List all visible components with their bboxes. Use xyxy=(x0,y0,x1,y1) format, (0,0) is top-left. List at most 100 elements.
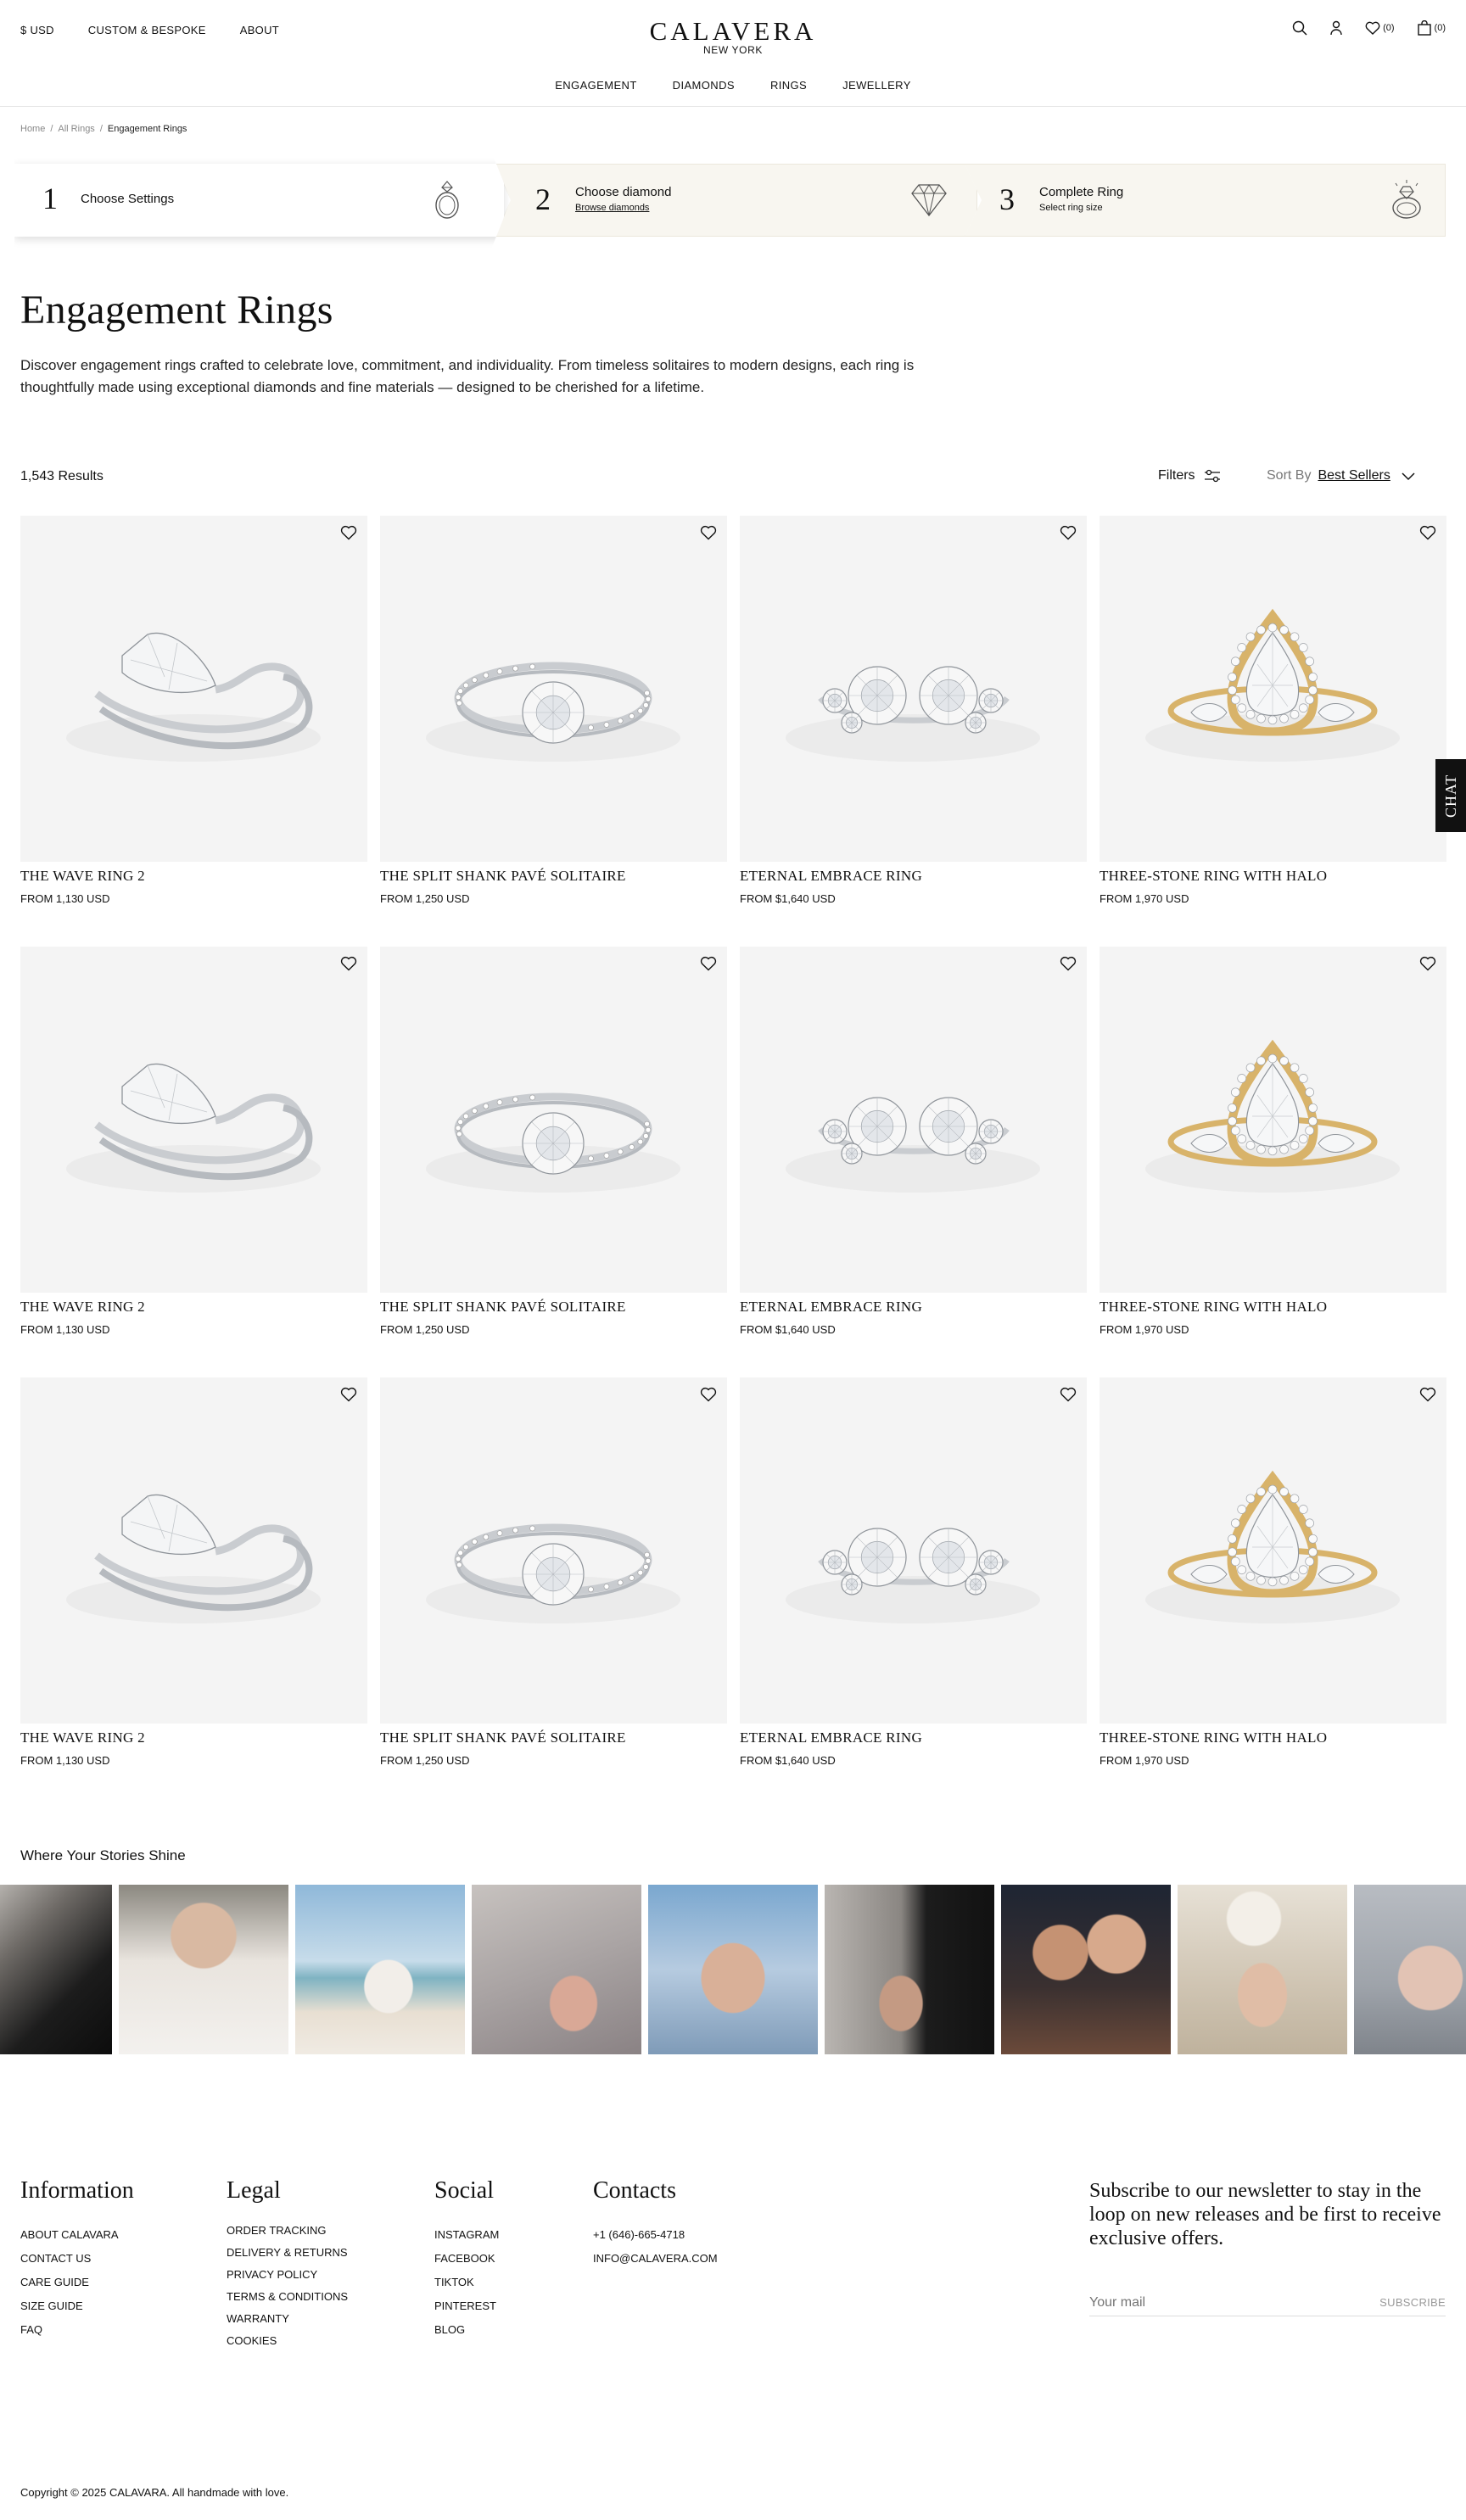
story-image[interactable] xyxy=(825,1885,994,2054)
product-name[interactable]: THE WAVE RING 2 xyxy=(20,1299,367,1316)
product-image[interactable] xyxy=(1100,516,1446,862)
product-card[interactable]: THE WAVE RING 2 FROM 1,130 USD xyxy=(20,1377,367,1767)
heart-icon[interactable] xyxy=(340,525,357,540)
nav-jewellery[interactable]: JEWELLERY xyxy=(842,79,911,92)
account-button[interactable] xyxy=(1329,20,1343,36)
cart-button[interactable]: (0) xyxy=(1417,20,1446,36)
ring-image xyxy=(1145,1039,1400,1193)
footer-link-size-guide[interactable]: SIZE GUIDE xyxy=(20,2299,83,2312)
product-image[interactable] xyxy=(1100,1377,1446,1724)
breadcrumb-separator: / xyxy=(50,124,53,134)
product-card[interactable]: ETERNAL EMBRACE RING FROM $1,640 USD xyxy=(740,1377,1087,1767)
heart-icon[interactable] xyxy=(700,956,717,971)
story-image[interactable] xyxy=(295,1885,465,2054)
product-image[interactable] xyxy=(740,1377,1087,1724)
product-name[interactable]: THE WAVE RING 2 xyxy=(20,1729,367,1746)
footer-link-terms[interactable]: TERMS & CONDITIONS xyxy=(227,2290,348,2303)
browse-diamonds-link[interactable]: Browse diamonds xyxy=(575,203,649,213)
newsletter-email-input[interactable] xyxy=(1089,2294,1344,2310)
footer-link-warranty[interactable]: WARRANTY xyxy=(227,2312,289,2325)
nav-engagement[interactable]: ENGAGEMENT xyxy=(555,79,636,92)
footer-link-about[interactable]: ABOUT CALAVARA xyxy=(20,2228,119,2241)
product-card[interactable]: THE SPLIT SHANK PAVÉ SOLITAIRE FROM 1,25… xyxy=(380,516,727,905)
heart-icon[interactable] xyxy=(700,525,717,540)
footer-link-blog[interactable]: BLOG xyxy=(434,2323,465,2336)
product-card[interactable]: ETERNAL EMBRACE RING FROM $1,640 USD xyxy=(740,947,1087,1336)
heart-icon[interactable] xyxy=(1060,1387,1077,1402)
footer-link-cookies[interactable]: COOKIES xyxy=(227,2334,277,2347)
story-image[interactable] xyxy=(648,1885,818,2054)
product-image[interactable] xyxy=(1100,947,1446,1293)
heart-icon[interactable] xyxy=(340,956,357,971)
story-image[interactable] xyxy=(1354,1885,1466,2054)
product-image[interactable] xyxy=(20,947,367,1293)
story-image[interactable] xyxy=(0,1885,112,2054)
product-name[interactable]: THE SPLIT SHANK PAVÉ SOLITAIRE xyxy=(380,1729,727,1746)
product-card[interactable]: ETERNAL EMBRACE RING FROM $1,640 USD xyxy=(740,516,1087,905)
product-card[interactable]: THE SPLIT SHANK PAVÉ SOLITAIRE FROM 1,25… xyxy=(380,1377,727,1767)
product-image[interactable] xyxy=(20,1377,367,1724)
footer-link-delivery-returns[interactable]: DELIVERY & RETURNS xyxy=(227,2246,348,2259)
product-card[interactable]: THREE-STONE RING WITH HALO FROM 1,970 US… xyxy=(1100,1377,1446,1767)
product-name[interactable]: ETERNAL EMBRACE RING xyxy=(740,868,1087,885)
product-name[interactable]: THREE-STONE RING WITH HALO xyxy=(1100,1729,1446,1746)
product-image[interactable] xyxy=(740,947,1087,1293)
sort-by-value: Best Sellers xyxy=(1318,468,1390,483)
nav-diamonds[interactable]: DIAMONDS xyxy=(673,79,735,92)
product-card[interactable]: THE SPLIT SHANK PAVÉ SOLITAIRE FROM 1,25… xyxy=(380,947,727,1336)
product-image[interactable] xyxy=(20,516,367,862)
product-name[interactable]: THREE-STONE RING WITH HALO xyxy=(1100,868,1446,885)
product-image[interactable] xyxy=(380,516,727,862)
heart-icon[interactable] xyxy=(340,1387,357,1402)
footer-legal: Legal ORDER TRACKING DELIVERY & RETURNS … xyxy=(227,2177,348,2352)
step-choose-settings[interactable]: 1 Choose Settings xyxy=(14,164,504,237)
product-card[interactable]: THREE-STONE RING WITH HALO FROM 1,970 US… xyxy=(1100,947,1446,1336)
footer-link-care-guide[interactable]: CARE GUIDE xyxy=(20,2276,89,2288)
product-card[interactable]: THE WAVE RING 2 FROM 1,130 USD xyxy=(20,516,367,905)
heart-icon[interactable] xyxy=(1419,956,1436,971)
footer-link-privacy[interactable]: PRIVACY POLICY xyxy=(227,2268,317,2281)
product-card[interactable]: THE WAVE RING 2 FROM 1,130 USD xyxy=(20,947,367,1336)
product-image[interactable] xyxy=(380,1377,727,1724)
story-image[interactable] xyxy=(1001,1885,1171,2054)
footer-link-instagram[interactable]: INSTAGRAM xyxy=(434,2228,499,2241)
footer-link-tiktok[interactable]: TIKTOK xyxy=(434,2276,474,2288)
footer-phone-link[interactable]: +1 (646)-665-4718 xyxy=(593,2228,685,2241)
product-name[interactable]: THE SPLIT SHANK PAVÉ SOLITAIRE xyxy=(380,868,727,885)
heart-icon[interactable] xyxy=(1419,525,1436,540)
sort-by-dropdown[interactable]: Sort By Best Sellers xyxy=(1267,468,1416,483)
product-name[interactable]: THE SPLIT SHANK PAVÉ SOLITAIRE xyxy=(380,1299,727,1316)
product-image[interactable] xyxy=(380,947,727,1293)
story-image[interactable] xyxy=(119,1885,288,2054)
product-name[interactable]: THE WAVE RING 2 xyxy=(20,868,367,885)
heart-icon[interactable] xyxy=(1419,1387,1436,1402)
story-image[interactable] xyxy=(472,1885,641,2054)
heart-icon[interactable] xyxy=(1060,956,1077,971)
footer-link-faq[interactable]: FAQ xyxy=(20,2323,42,2336)
bag-icon xyxy=(1417,20,1431,36)
product-name[interactable]: THREE-STONE RING WITH HALO xyxy=(1100,1299,1446,1316)
footer-email-link[interactable]: INFO@CALAVERA.COM xyxy=(593,2252,718,2265)
product-name[interactable]: ETERNAL EMBRACE RING xyxy=(740,1299,1087,1316)
footer-link-pinterest[interactable]: PINTEREST xyxy=(434,2299,496,2312)
filters-button[interactable]: Filters xyxy=(1158,468,1221,483)
search-button[interactable] xyxy=(1292,20,1307,36)
breadcrumb-home[interactable]: Home xyxy=(20,124,45,134)
story-image[interactable] xyxy=(1178,1885,1347,2054)
subscribe-button[interactable]: SUBSCRIBE xyxy=(1379,2296,1446,2309)
nav-rings[interactable]: RINGS xyxy=(770,79,807,92)
product-card[interactable]: THREE-STONE RING WITH HALO FROM 1,970 US… xyxy=(1100,516,1446,905)
heart-icon[interactable] xyxy=(1060,525,1077,540)
footer-link-contact[interactable]: CONTACT US xyxy=(20,2252,91,2265)
step-choose-diamond[interactable]: 2 Choose diamond Browse diamonds xyxy=(494,164,977,237)
product-name[interactable]: ETERNAL EMBRACE RING xyxy=(740,1729,1087,1746)
step-complete-ring[interactable]: 3 Complete Ring Select ring size xyxy=(965,164,1446,237)
footer-link-order-tracking[interactable]: ORDER TRACKING xyxy=(227,2224,327,2237)
breadcrumb-all-rings[interactable]: All Rings xyxy=(58,124,94,134)
wishlist-button[interactable]: (0) xyxy=(1365,21,1395,35)
logo[interactable]: CALAVERA NEW YORK xyxy=(0,17,1466,57)
heart-icon[interactable] xyxy=(700,1387,717,1402)
product-image[interactable] xyxy=(740,516,1087,862)
footer-link-facebook[interactable]: FACEBOOK xyxy=(434,2252,495,2265)
chat-button[interactable]: CHAT xyxy=(1435,759,1466,832)
